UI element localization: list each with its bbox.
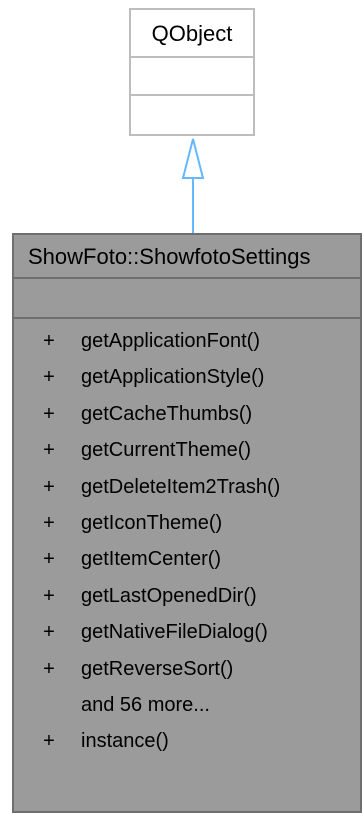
more-methods-row[interactable]: and 56 more... <box>14 687 360 723</box>
method-name: getApplicationFont() <box>81 330 260 352</box>
method-row[interactable]: + getApplicationFont() <box>14 323 360 359</box>
method-name: getCacheThumbs() <box>81 402 253 425</box>
method-name: instance() <box>81 730 169 753</box>
method-row[interactable]: + getApplicationStyle() <box>14 359 360 395</box>
method-row[interactable]: + getItemCenter() <box>14 541 360 577</box>
method-visibility: + <box>43 548 55 571</box>
method-visibility: + <box>43 657 55 680</box>
method-visibility: + <box>43 402 55 425</box>
method-name: getNativeFileDialog() <box>81 621 268 644</box>
method-visibility: + <box>43 730 55 753</box>
more-methods-label: and 56 more... <box>81 693 210 716</box>
base-class-qobject[interactable]: QObject <box>129 8 255 136</box>
method-row[interactable]: + getCacheThumbs() <box>14 396 360 432</box>
method-visibility: + <box>43 475 55 498</box>
method-row[interactable]: + getDeleteItem2Trash() <box>14 469 360 505</box>
method-row[interactable]: + getCurrentTheme() <box>14 432 360 468</box>
method-name: getIconTheme() <box>81 511 223 534</box>
base-class-title: QObject <box>131 10 253 58</box>
derived-class-title: ShowFoto::ShowfotoSettings <box>14 235 360 279</box>
derived-class-methods: + getApplicationFont() + getApplicationS… <box>14 319 360 760</box>
base-class-attributes <box>131 58 253 96</box>
method-name: getReverseSort() <box>81 657 234 680</box>
method-visibility: + <box>43 439 55 462</box>
method-row[interactable]: + getIconTheme() <box>14 505 360 541</box>
method-name: getDeleteItem2Trash() <box>81 475 281 498</box>
method-name: getItemCenter() <box>81 548 222 571</box>
base-class-methods <box>131 96 253 134</box>
method-name: getApplicationStyle() <box>81 366 265 389</box>
method-row[interactable]: + getNativeFileDialog() <box>14 614 360 650</box>
derived-class-attributes <box>14 279 360 319</box>
method-name: getCurrentTheme() <box>81 439 252 462</box>
method-visibility: + <box>43 621 55 644</box>
method-visibility: + <box>43 366 55 389</box>
method-visibility: + <box>43 330 55 352</box>
method-name: getLastOpenedDir() <box>81 584 257 607</box>
inheritance-arrow-head <box>181 138 205 179</box>
method-visibility: + <box>43 584 55 607</box>
method-visibility: + <box>43 511 55 534</box>
method-row[interactable]: + getReverseSort() <box>14 651 360 687</box>
method-row[interactable]: + instance() <box>14 723 360 759</box>
derived-class-showfotosettings[interactable]: ShowFoto::ShowfotoSettings + getApplicat… <box>12 233 362 813</box>
method-row[interactable]: + getLastOpenedDir() <box>14 578 360 614</box>
